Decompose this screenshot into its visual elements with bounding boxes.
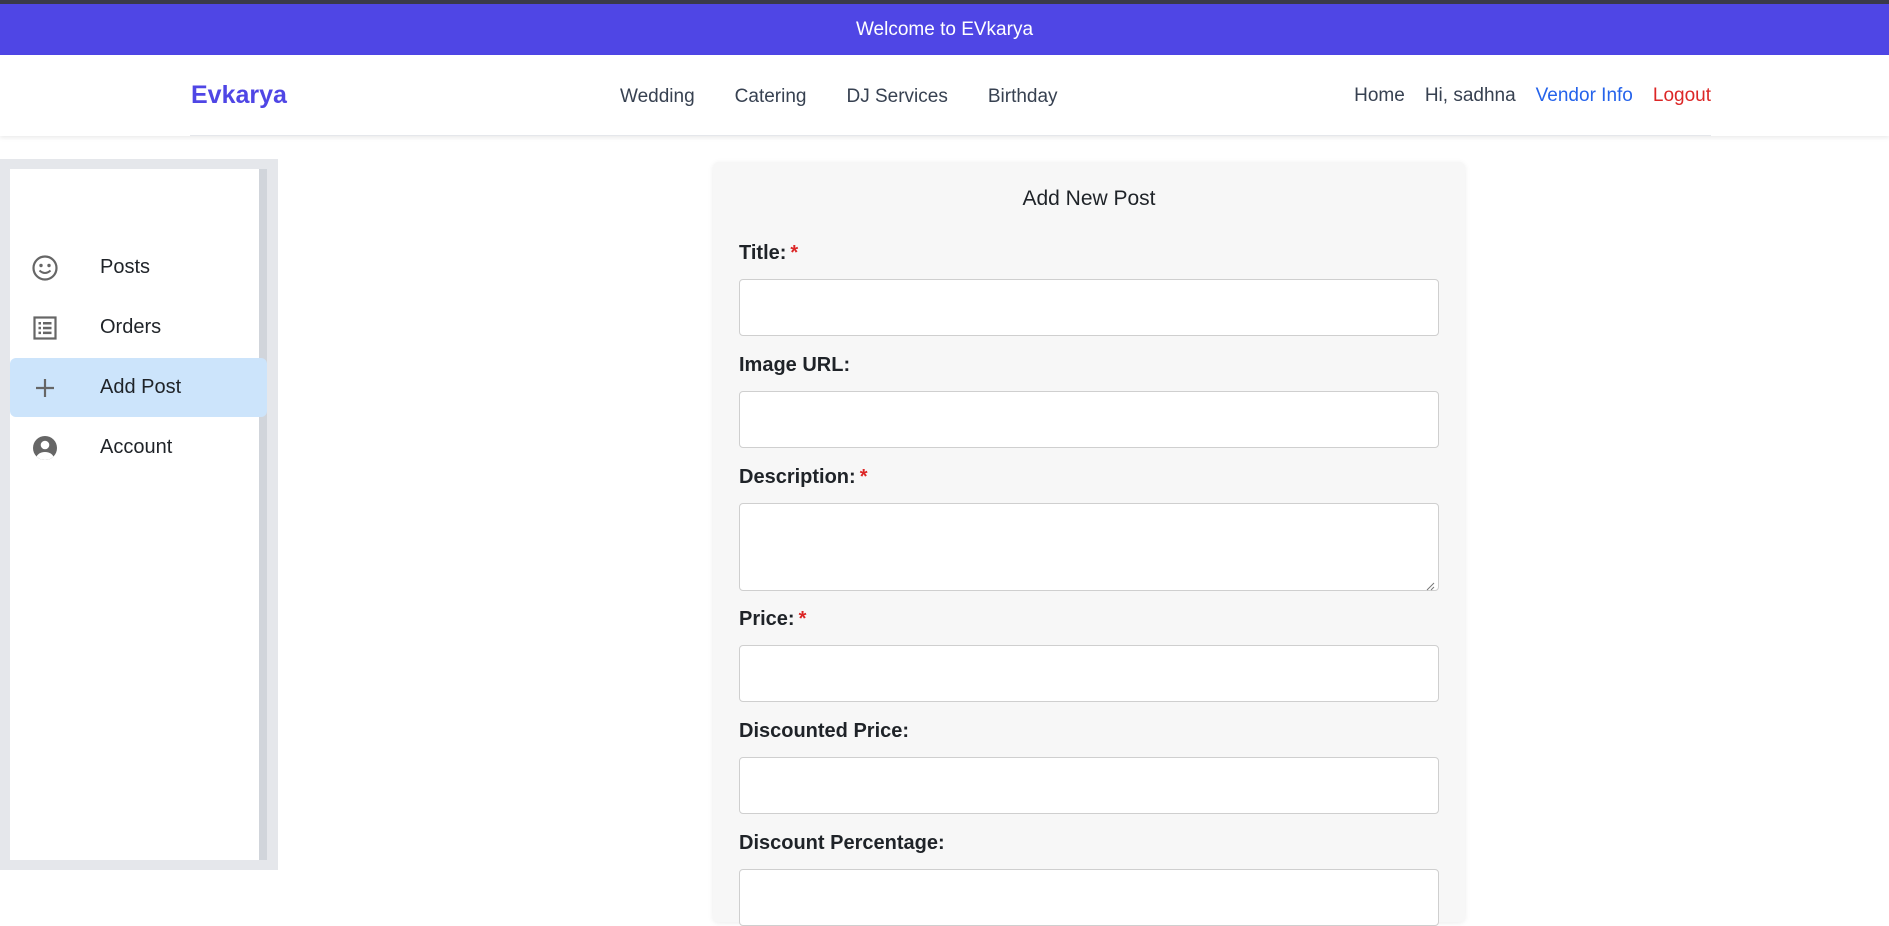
- welcome-text: Welcome to EVkarya: [855, 18, 1034, 40]
- plus-icon: [30, 373, 60, 403]
- account-icon: [30, 433, 60, 463]
- top-navbar: Evkarya Wedding Catering DJ Services Bir…: [0, 55, 1889, 136]
- sidebar-item-posts[interactable]: Posts: [10, 238, 267, 297]
- welcome-banner: Welcome to EVkarya: [0, 4, 1889, 55]
- user-nav: Home Hi, sadhna Vendor Info Logout: [1354, 85, 1711, 107]
- nav-link-birthday[interactable]: Birthday: [988, 86, 1058, 108]
- image-url-label: Image URL:: [739, 354, 851, 376]
- sidebar-frame: Posts Orders Add Post Account: [0, 159, 278, 870]
- price-input[interactable]: [739, 645, 1439, 702]
- sidebar: Posts Orders Add Post Account: [10, 169, 267, 860]
- add-post-form: Add New Post Title: * Image URL: Descript…: [713, 162, 1465, 926]
- form-title: Add New Post: [1022, 187, 1156, 210]
- user-greeting: Hi, sadhna: [1424, 85, 1516, 106]
- nav-link-catering[interactable]: Catering: [735, 86, 807, 108]
- description-textarea[interactable]: [739, 503, 1439, 591]
- list-icon: [30, 313, 60, 343]
- logout-link[interactable]: Logout: [1653, 85, 1711, 107]
- discounted-price-input[interactable]: [739, 757, 1439, 814]
- image-url-input[interactable]: [739, 391, 1439, 448]
- navbar-divider: [190, 135, 1711, 136]
- discount-percentage-input[interactable]: [739, 869, 1439, 926]
- required-marker: *: [790, 242, 799, 264]
- sidebar-item-add-post[interactable]: Add Post: [10, 358, 267, 417]
- title-input[interactable]: [739, 279, 1439, 336]
- description-label: Description: *: [739, 466, 868, 488]
- required-marker: *: [798, 608, 807, 630]
- nav-link-wedding[interactable]: Wedding: [620, 86, 695, 108]
- discount-percentage-label: Discount Percentage:: [739, 832, 945, 854]
- category-nav: Wedding Catering DJ Services Birthday: [620, 86, 1058, 108]
- sidebar-item-label: Account: [100, 436, 173, 458]
- resize-grip-icon[interactable]: [1426, 578, 1435, 591]
- nav-link-dj-services[interactable]: DJ Services: [846, 86, 947, 108]
- sidebar-item-label: Posts: [100, 256, 151, 278]
- title-label: Title: *: [739, 242, 799, 264]
- vendor-info-link[interactable]: Vendor Info: [1536, 85, 1633, 107]
- sidebar-item-account[interactable]: Account: [10, 418, 267, 477]
- required-marker: *: [859, 466, 868, 488]
- discounted-price-label: Discounted Price:: [739, 720, 910, 742]
- price-label: Price: *: [739, 608, 807, 630]
- smiley-icon: [30, 253, 60, 283]
- sidebar-item-label: Orders: [100, 316, 162, 338]
- brand-logo[interactable]: Evkarya: [191, 81, 287, 110]
- nav-link-home[interactable]: Home: [1354, 85, 1405, 107]
- sidebar-item-orders[interactable]: Orders: [10, 298, 267, 357]
- sidebar-item-label: Add Post: [100, 376, 182, 398]
